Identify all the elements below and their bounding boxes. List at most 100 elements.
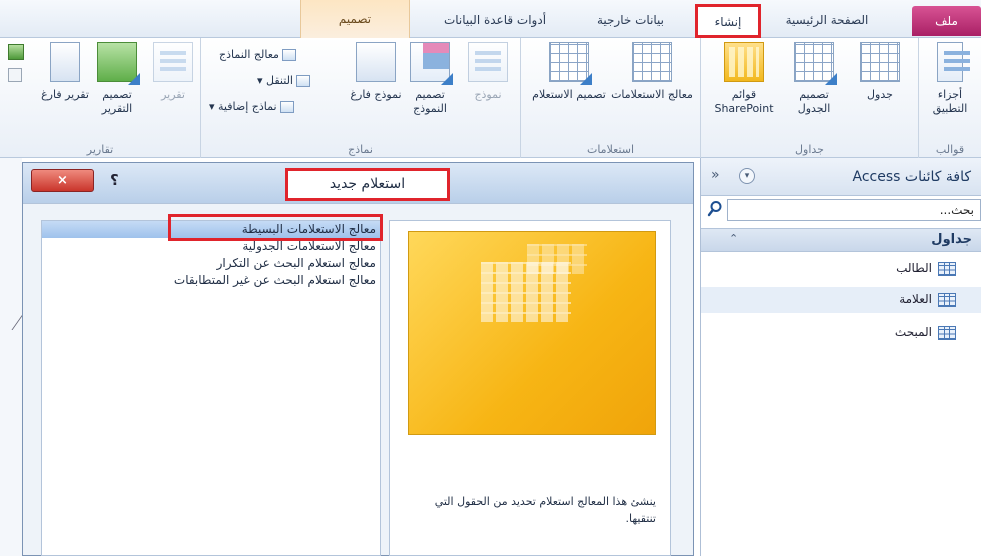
sharepoint-lists-label: قوائم SharePoint bbox=[714, 88, 774, 115]
group-label-tables: جداول bbox=[795, 143, 824, 156]
nav-collapse-icon[interactable]: » bbox=[711, 167, 720, 183]
blank-report-label: تقرير فارغ bbox=[41, 88, 89, 101]
dialog-body: معالج الاستعلامات البسيطة معالج الاستعلا… bbox=[23, 203, 693, 556]
wizard-item-find-duplicates[interactable]: معالج استعلام البحث عن التكرار bbox=[42, 255, 380, 272]
more-forms-label: نماذج إضافية bbox=[218, 100, 277, 113]
report-icon bbox=[153, 42, 193, 82]
preview-panel: ينشئ هذا المعالج استعلام تحديد من الحقول… bbox=[389, 220, 671, 556]
tab-external-data[interactable]: بيانات خارجية bbox=[583, 8, 678, 34]
app-parts-icon bbox=[937, 42, 970, 82]
table-icon bbox=[860, 42, 900, 82]
navigation-button[interactable]: التنقل ▾ bbox=[257, 72, 310, 90]
nav-search-input[interactable] bbox=[727, 199, 981, 221]
chevron-up-icon[interactable]: ⌃ bbox=[729, 232, 738, 245]
tab-file[interactable]: ملف bbox=[912, 6, 981, 36]
new-query-dialog: × ؟ استعلام جديد معالج الاستعلامات البسي… bbox=[22, 162, 694, 556]
form-design-label: تصميم النموذج bbox=[413, 88, 447, 115]
report-design-label: تصميم التقرير bbox=[101, 88, 133, 115]
form-icon bbox=[468, 42, 508, 82]
group-label-queries: استعلامات bbox=[586, 143, 635, 156]
wizard-item-crosstab-query[interactable]: معالج الاستعلامات الجدولية bbox=[42, 238, 380, 255]
more-forms-icon bbox=[279, 101, 294, 113]
group-tables: جدول تصميم الجدول قوائم SharePoint جداول bbox=[700, 38, 918, 158]
navigation-icon bbox=[295, 75, 310, 87]
app-parts-label: أجزاء التطبيق bbox=[932, 88, 968, 115]
tab-home[interactable]: الصفحة الرئيسية bbox=[772, 8, 882, 34]
group-label-templates: قوالب bbox=[935, 143, 965, 156]
preview-grid-shape-2 bbox=[527, 244, 587, 274]
table-design-button[interactable]: تصميم الجدول bbox=[785, 42, 843, 116]
nav-item-table[interactable]: الطالب bbox=[701, 256, 981, 282]
navigation-label: التنقل bbox=[266, 74, 293, 87]
nav-item-label: العلامة bbox=[899, 292, 932, 306]
form-wizard-icon bbox=[281, 49, 296, 61]
search-icon[interactable] bbox=[707, 200, 723, 218]
query-design-button[interactable]: تصميم الاستعلام bbox=[531, 42, 607, 102]
form-design-button[interactable]: تصميم النموذج bbox=[401, 42, 459, 116]
blank-report-button[interactable]: تقرير فارغ bbox=[36, 42, 94, 102]
sharepoint-lists-icon bbox=[724, 42, 764, 82]
nav-section-tables[interactable]: جداول ⌃ bbox=[701, 228, 981, 252]
nav-item-table[interactable]: العلامة bbox=[701, 287, 981, 313]
table-label: جدول bbox=[867, 88, 893, 101]
tab-create[interactable]: إنشاء bbox=[695, 4, 761, 38]
dialog-title: استعلام جديد bbox=[285, 168, 450, 201]
group-label-reports: تقارير bbox=[86, 143, 114, 156]
query-design-label: تصميم الاستعلام bbox=[532, 88, 606, 101]
ribbon-tab-bar: ملف الصفحة الرئيسية إنشاء بيانات خارجية … bbox=[0, 0, 981, 38]
close-button[interactable]: × bbox=[31, 169, 94, 192]
blank-form-icon bbox=[356, 42, 396, 82]
wizard-item-simple-query[interactable]: معالج الاستعلامات البسيطة bbox=[42, 221, 380, 238]
table-design-label: تصميم الجدول bbox=[797, 88, 831, 115]
labels-icon[interactable] bbox=[8, 68, 22, 82]
tab-contextual-design[interactable]: تصميم bbox=[300, 0, 410, 38]
table-icon bbox=[938, 326, 956, 340]
form-label: نموذج bbox=[474, 88, 502, 101]
report-design-button[interactable]: تصميم التقرير bbox=[88, 42, 146, 116]
nav-section-label: جداول bbox=[931, 232, 972, 247]
table-design-icon bbox=[794, 42, 837, 85]
dialog-titlebar[interactable]: × ؟ استعلام جديد bbox=[23, 163, 693, 203]
group-forms: نموذج تصميم النموذج نموذج فارغ معالج الن… bbox=[200, 38, 520, 158]
close-icon: × bbox=[57, 173, 68, 188]
group-queries: معالج الاستعلامات تصميم الاستعلام استعلا… bbox=[520, 38, 700, 158]
group-reports: تقرير تصميم التقرير تقرير فارغ تقارير bbox=[0, 38, 200, 158]
blank-report-icon bbox=[50, 42, 80, 82]
group-templates: أجزاء التطبيق قوالب bbox=[918, 38, 981, 158]
blank-form-button[interactable]: نموذج فارغ bbox=[347, 42, 405, 102]
more-forms-button[interactable]: نماذج إضافية ▾ bbox=[209, 98, 294, 116]
blank-form-label: نموذج فارغ bbox=[350, 88, 402, 101]
app-parts-button[interactable]: أجزاء التطبيق bbox=[921, 42, 979, 116]
table-icon bbox=[938, 293, 956, 307]
nav-item-label: المبحث bbox=[894, 325, 932, 339]
query-wizard-icon bbox=[632, 42, 672, 82]
report-design-icon bbox=[97, 42, 140, 85]
report-wizard-icon[interactable] bbox=[8, 44, 24, 60]
nav-item-label: الطالب bbox=[896, 261, 932, 275]
form-wizard-button[interactable]: معالج النماذج bbox=[219, 46, 296, 64]
navigation-pane: كافة كائنات Access ▾ » جداول ⌃ الطالب ال… bbox=[700, 158, 981, 556]
workspace-edge bbox=[0, 158, 22, 556]
nav-item-table[interactable]: المبحث bbox=[701, 320, 981, 346]
table-icon bbox=[938, 262, 956, 276]
form-wizard-label: معالج النماذج bbox=[219, 48, 279, 61]
report-button[interactable]: تقرير bbox=[144, 42, 202, 102]
group-label-forms: نماذج bbox=[348, 143, 373, 156]
nav-header[interactable]: كافة كائنات Access ▾ » bbox=[701, 158, 981, 196]
nav-dropdown-icon[interactable]: ▾ bbox=[739, 168, 755, 184]
form-button[interactable]: نموذج bbox=[459, 42, 517, 102]
query-wizard-label: معالج الاستعلامات bbox=[611, 88, 693, 101]
query-wizard-button[interactable]: معالج الاستعلامات bbox=[609, 42, 695, 102]
wizard-preview-image bbox=[408, 231, 656, 435]
sharepoint-lists-button[interactable]: قوائم SharePoint bbox=[705, 42, 783, 116]
tab-database-tools[interactable]: أدوات قاعدة البيانات bbox=[425, 8, 565, 34]
ribbon: أجزاء التطبيق قوالب جدول تصميم الجدول قو… bbox=[0, 38, 981, 196]
help-icon[interactable]: ؟ bbox=[110, 171, 119, 189]
wizard-description: ينشئ هذا المعالج استعلام تحديد من الحقول… bbox=[434, 495, 656, 525]
wizard-list[interactable]: معالج الاستعلامات البسيطة معالج الاستعلا… bbox=[41, 220, 381, 556]
report-label: تقرير bbox=[161, 88, 185, 101]
form-design-icon bbox=[410, 42, 453, 85]
wizard-item-find-unmatched[interactable]: معالج استعلام البحث عن غير المتطابقات bbox=[42, 272, 380, 289]
nav-title[interactable]: كافة كائنات Access bbox=[853, 169, 971, 185]
table-button[interactable]: جدول bbox=[851, 42, 909, 102]
